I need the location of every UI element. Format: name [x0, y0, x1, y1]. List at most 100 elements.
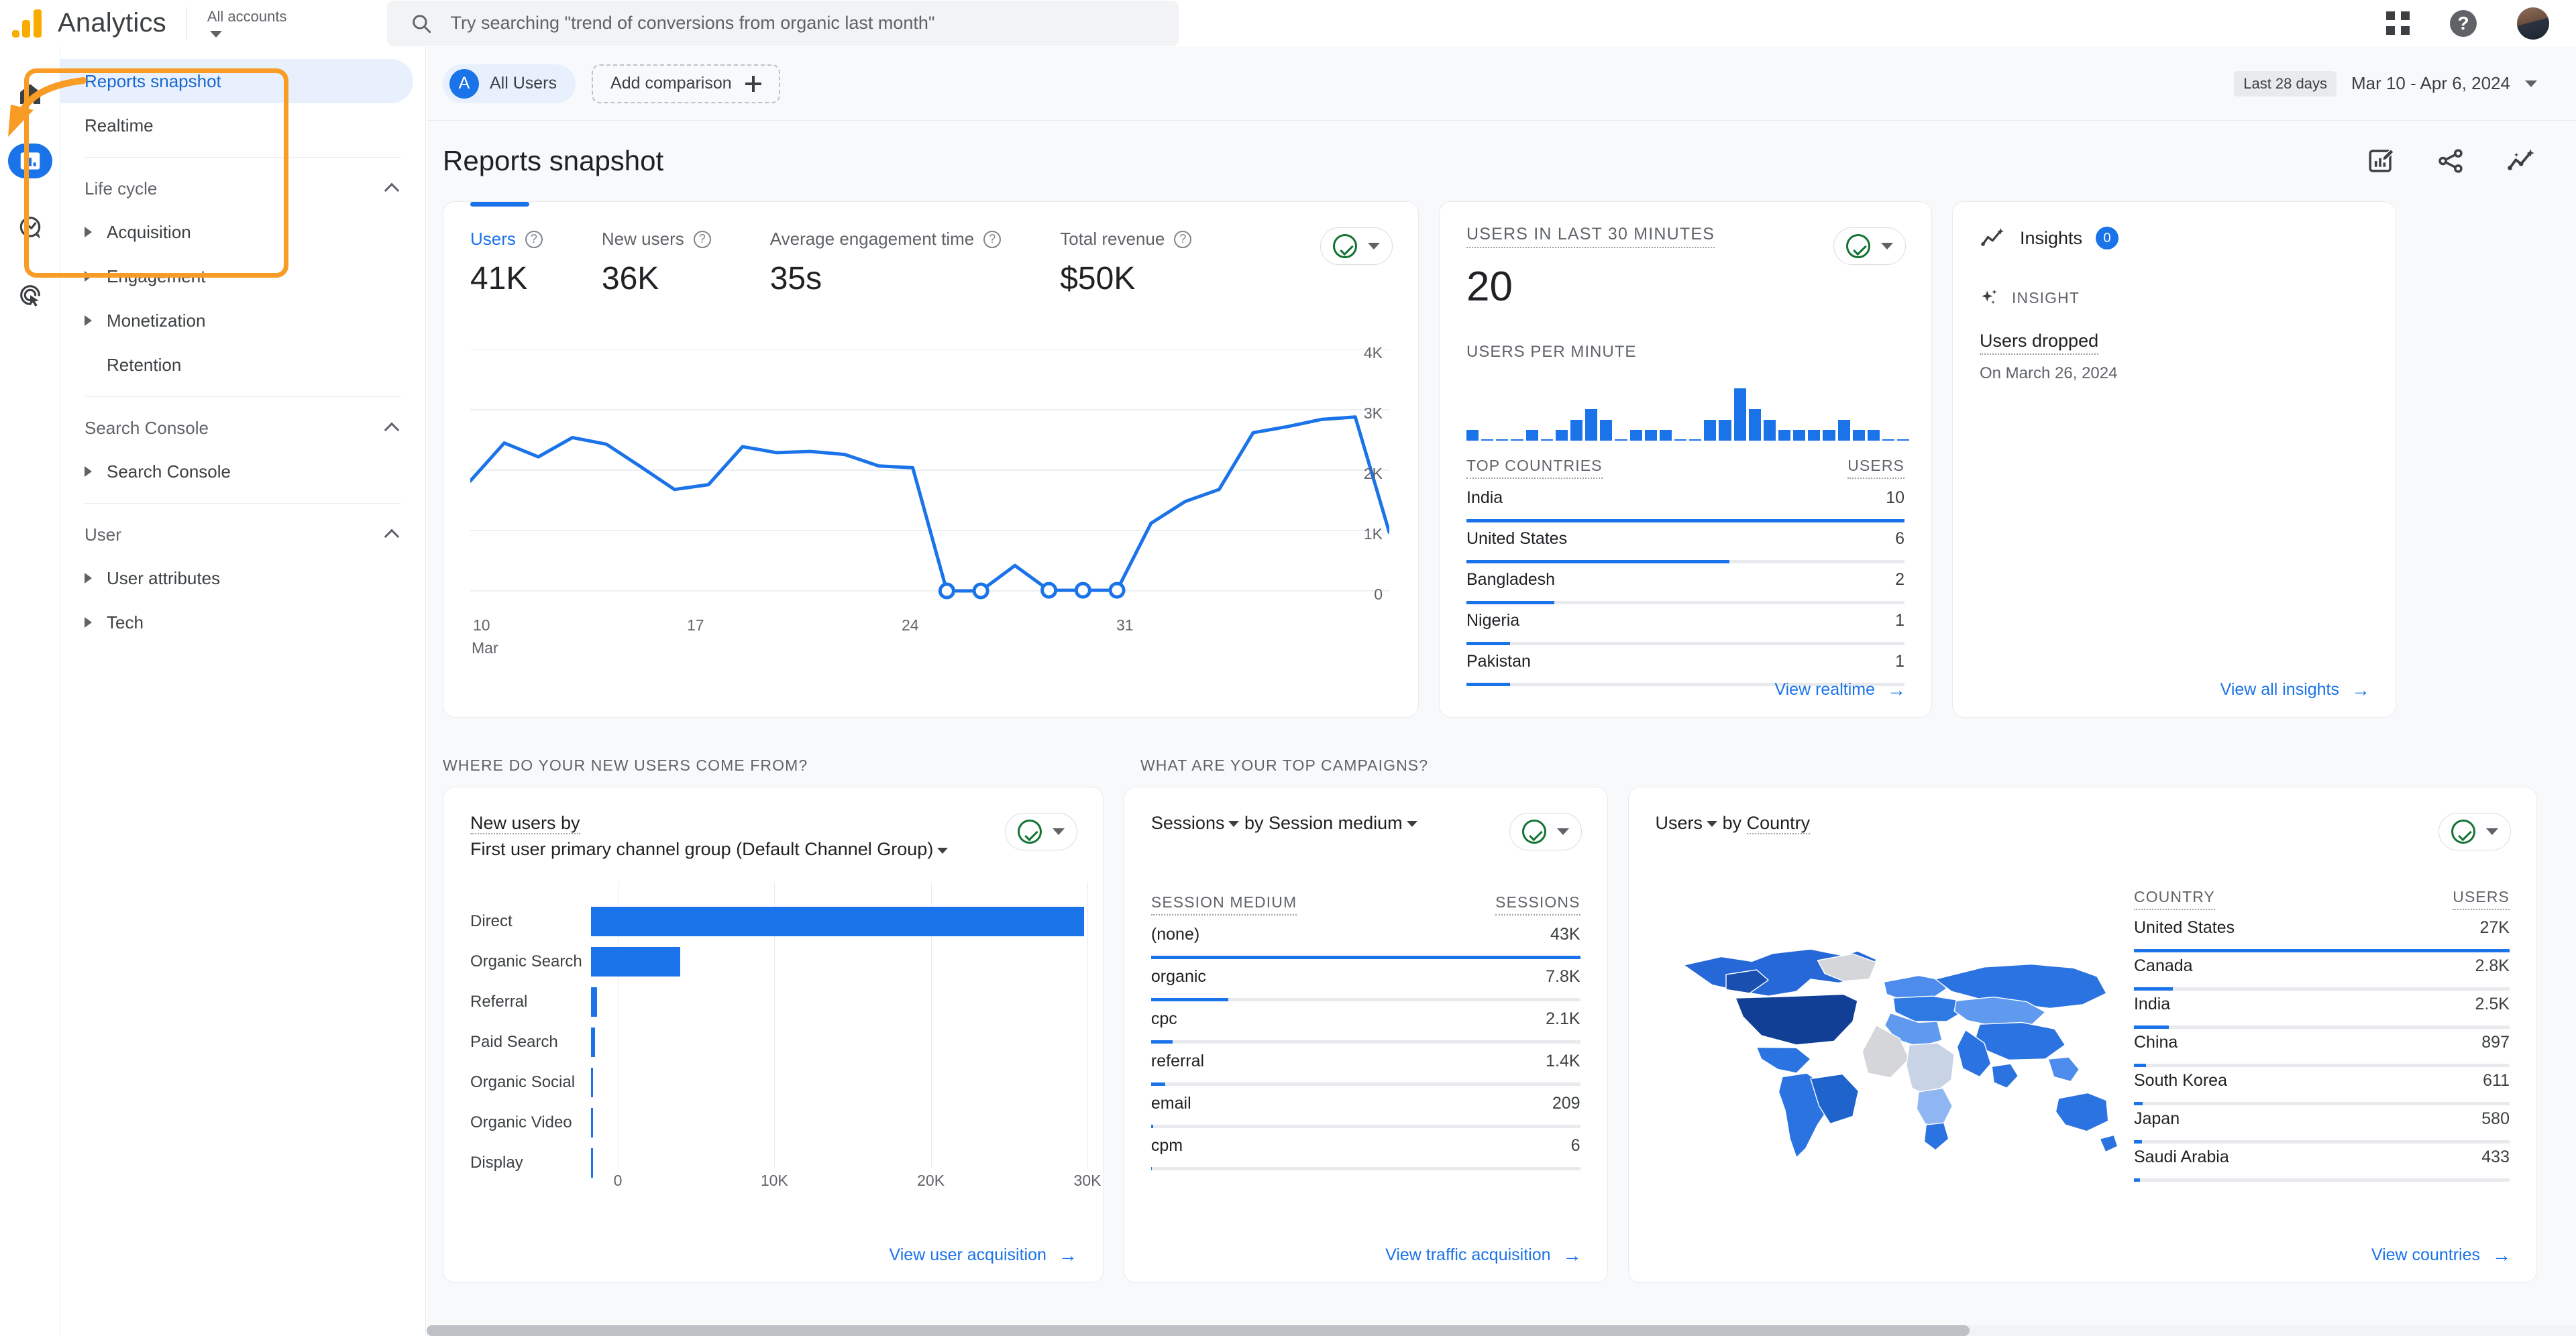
table-row[interactable]: South Korea 611 — [2107, 1071, 2536, 1109]
horizontal-scrollbar[interactable] — [427, 1325, 2576, 1336]
overview-card: Users ? 41K New users ? 36K Average enga… — [443, 201, 1419, 718]
table-row[interactable]: (none) 43K — [1124, 925, 1607, 967]
account-selector[interactable]: All accounts — [207, 9, 286, 38]
check-circle-icon — [1846, 234, 1870, 258]
metric-label: Average engagement time — [769, 229, 975, 249]
sidebar-item-engagement[interactable]: Engagement — [60, 254, 425, 298]
sidebar-item-monetization[interactable]: Monetization — [60, 298, 425, 343]
sidebar-item-user-attributes[interactable]: User attributes — [60, 556, 425, 600]
bar — [1852, 430, 1865, 441]
rail-item-explore[interactable] — [8, 211, 52, 245]
card-title-dimension[interactable]: First user primary channel group (Defaul… — [470, 839, 933, 859]
view-all-insights-link[interactable]: View all insights → — [2220, 680, 2370, 700]
table-row[interactable]: Bangladesh 2 — [1440, 570, 1931, 611]
metric-tab-users[interactable]: Users ? 41K — [470, 202, 543, 297]
table-row[interactable]: cpm 6 — [1124, 1136, 1607, 1178]
world-map[interactable] — [1656, 868, 2125, 1203]
bar — [1481, 439, 1494, 441]
help-icon[interactable]: ? — [1174, 230, 1192, 248]
sidebar-item-reports-snapshot[interactable]: Reports snapshot — [60, 59, 413, 103]
bar-row[interactable]: Paid Search — [470, 1022, 1087, 1062]
data-quality-menu[interactable] — [1320, 227, 1393, 265]
bar-row[interactable]: Organic Social — [470, 1062, 1087, 1103]
row-bar — [1466, 519, 1904, 522]
segment-label: All Users — [490, 74, 557, 93]
sidebar-group-life-cycle[interactable]: Life cycle — [60, 167, 425, 210]
row-bar — [1466, 642, 1904, 645]
chevron-down-icon[interactable] — [1228, 821, 1240, 828]
insights-icon[interactable] — [2506, 147, 2537, 175]
help-icon[interactable]: ? — [2450, 9, 2477, 37]
data-quality-menu[interactable] — [2438, 813, 2511, 850]
card-title-metric[interactable]: Sessions — [1151, 813, 1225, 833]
sidebar-item-retention[interactable]: Retention — [60, 343, 425, 387]
chevron-down-icon[interactable] — [1406, 821, 1417, 828]
card-title-dimension[interactable]: Country — [1746, 813, 1811, 834]
row-value: 10 — [1886, 488, 1904, 507]
table-row[interactable]: cpc 2.1K — [1124, 1009, 1607, 1052]
table-row[interactable]: Canada 2.8K — [2107, 956, 2536, 995]
customize-report-icon[interactable] — [2367, 147, 2395, 175]
column-header-metric: USERS — [2453, 888, 2510, 910]
table-row[interactable]: referral 1.4K — [1124, 1052, 1607, 1094]
sidebar-group-user[interactable]: User — [60, 513, 425, 556]
row-value: 6 — [1895, 529, 1904, 548]
data-quality-menu[interactable] — [1509, 813, 1582, 850]
rail-item-home[interactable] — [8, 76, 52, 111]
sidebar-item-tech[interactable]: Tech — [60, 600, 425, 645]
row-value: 580 — [2481, 1109, 2510, 1128]
sidebar-group-label: Search Console — [85, 417, 209, 438]
metric-tab-new-users[interactable]: New users ? 36K — [602, 229, 711, 297]
bar — [1615, 439, 1627, 441]
add-comparison-button[interactable]: Add comparison — [592, 64, 780, 103]
table-row[interactable]: email 209 — [1124, 1094, 1607, 1136]
bar-row[interactable]: Organic Video — [470, 1103, 1087, 1143]
chevron-down-icon[interactable] — [937, 847, 949, 854]
date-range-picker[interactable]: Last 28 days Mar 10 - Apr 6, 2024 — [2234, 70, 2537, 97]
bar-row[interactable]: Organic Search — [470, 942, 1087, 982]
table-row[interactable]: India 2.5K — [2107, 995, 2536, 1033]
metric-tab-avg-engagement-time[interactable]: Average engagement time ? 35s — [770, 229, 1002, 297]
table-row[interactable]: United States 6 — [1440, 529, 1931, 570]
bar-track — [591, 1103, 1087, 1143]
table-row[interactable]: Nigeria 1 — [1440, 611, 1931, 652]
help-icon[interactable]: ? — [983, 230, 1002, 248]
chevron-down-icon[interactable] — [1707, 821, 1718, 828]
sidebar-item-realtime[interactable]: Realtime — [60, 103, 413, 148]
search-bar[interactable]: Try searching "trend of conversions from… — [387, 0, 1179, 46]
avatar[interactable] — [2517, 7, 2549, 40]
help-icon[interactable]: ? — [693, 230, 711, 248]
bar-row[interactable]: Referral — [470, 982, 1087, 1022]
bar-track — [591, 982, 1087, 1022]
rail-item-reports[interactable] — [7, 144, 52, 178]
view-countries-link[interactable]: View countries → — [2371, 1245, 2511, 1265]
table-row[interactable]: China 897 — [2107, 1033, 2536, 1071]
sidebar-group-search-console[interactable]: Search Console — [60, 406, 425, 449]
check-circle-icon — [2451, 820, 2475, 844]
table-row[interactable]: Japan 580 — [2107, 1109, 2536, 1148]
table-row[interactable]: United States 27K — [2107, 918, 2536, 956]
table-row[interactable]: organic 7.8K — [1124, 967, 1607, 1009]
metric-tab-total-revenue[interactable]: Total revenue ? $50K — [1060, 229, 1192, 297]
data-quality-menu[interactable] — [1004, 813, 1077, 850]
apps-grid-icon[interactable] — [2386, 11, 2410, 35]
search-input[interactable]: Try searching "trend of conversions from… — [450, 13, 934, 34]
rail-item-advertising[interactable] — [8, 278, 52, 313]
bar-row[interactable]: Display — [470, 1143, 1087, 1183]
view-realtime-link[interactable]: View realtime → — [1774, 680, 1906, 700]
sidebar-item-search-console[interactable]: Search Console — [60, 449, 425, 494]
view-user-acquisition-link[interactable]: View user acquisition → — [890, 1245, 1077, 1265]
card-title-metric[interactable]: Users — [1656, 813, 1703, 833]
data-quality-menu[interactable] — [1833, 227, 1906, 265]
metric-label: New users — [601, 229, 684, 249]
table-row[interactable]: India 10 — [1440, 488, 1931, 529]
sidebar-item-acquisition[interactable]: Acquisition — [60, 210, 425, 254]
view-traffic-acquisition-link[interactable]: View traffic acquisition → — [1385, 1245, 1581, 1265]
metric-label: Total revenue — [1060, 229, 1165, 249]
card-title-dimension[interactable]: Session medium — [1269, 813, 1403, 833]
segment-chip-all-users[interactable]: A All Users — [443, 64, 576, 103]
table-row[interactable]: Saudi Arabia 433 — [2107, 1148, 2536, 1186]
share-icon[interactable] — [2436, 147, 2465, 175]
bar-row[interactable]: Direct — [470, 901, 1087, 942]
help-icon[interactable]: ? — [525, 230, 543, 248]
